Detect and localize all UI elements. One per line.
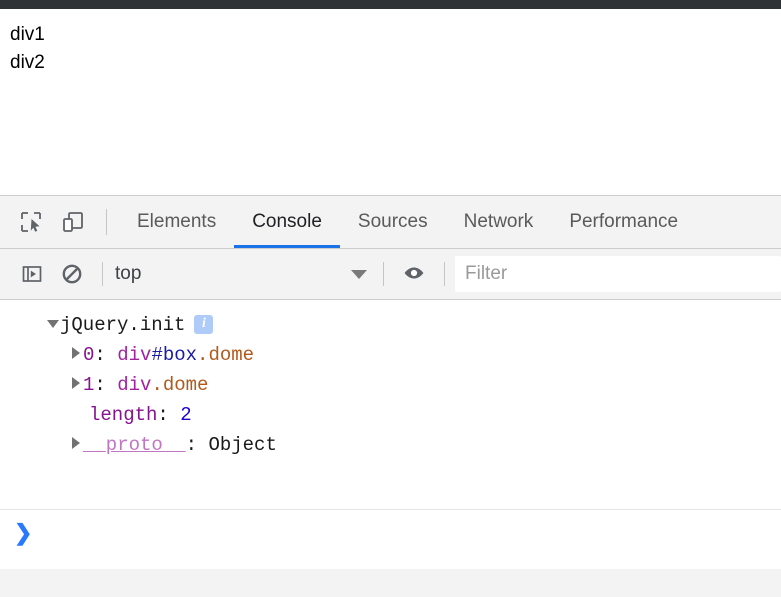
tab-elements[interactable]: Elements — [119, 196, 234, 248]
console-toolbar-divider — [102, 262, 103, 286]
property-key: 1 — [83, 374, 95, 396]
tab-sources[interactable]: Sources — [340, 196, 446, 248]
tab-console[interactable]: Console — [234, 196, 340, 248]
property-key: __proto__ — [83, 434, 186, 456]
toolbar-divider — [106, 209, 107, 235]
console-toolbar: top — [0, 249, 781, 300]
console-property-row: length : 2 — [0, 400, 781, 430]
property-separator: : — [94, 344, 118, 366]
console-property-row[interactable]: 1 : div .dome — [0, 370, 781, 400]
tab-performance[interactable]: Performance — [551, 196, 696, 248]
devtools-window: div1 div2 Elements Console Sources Netwo… — [0, 0, 781, 597]
node-id: #box — [151, 344, 198, 366]
devtools-panel: Elements Console Sources Network Perform… — [0, 195, 781, 597]
chevron-down-icon — [351, 269, 367, 279]
node-classname: .dome — [151, 374, 209, 396]
expand-twisty-icon[interactable] — [47, 316, 60, 329]
clear-console-icon[interactable] — [52, 254, 92, 294]
device-toolbar-icon[interactable] — [52, 201, 94, 243]
info-badge-icon[interactable]: i — [194, 314, 214, 334]
console-toolbar-divider — [383, 262, 384, 286]
node-classname: .dome — [197, 344, 255, 366]
node-tagname: div — [117, 374, 152, 396]
console-context-label: top — [115, 263, 142, 284]
inspect-element-icon[interactable] — [10, 201, 52, 243]
console-object-row[interactable]: jQuery.init i — [0, 310, 781, 340]
tab-network[interactable]: Network — [446, 196, 552, 248]
expand-twisty-icon[interactable] — [70, 346, 83, 359]
devtools-tabbar: Elements Console Sources Network Perform… — [0, 196, 781, 249]
console-toolbar-divider — [444, 262, 445, 286]
console-prompt-input[interactable] — [32, 522, 781, 546]
console-property-row[interactable]: 0 : div #box .dome — [0, 340, 781, 370]
property-key: 0 — [83, 344, 95, 366]
property-key: length — [89, 404, 158, 426]
expand-twisty-icon[interactable] — [70, 436, 83, 449]
console-prompt[interactable]: ❯ — [0, 509, 781, 569]
object-title: jQuery.init — [60, 314, 186, 336]
console-property-row[interactable]: __proto__ : Object — [0, 430, 781, 460]
live-expression-eye-icon[interactable] — [394, 254, 434, 294]
node-tagname: div — [117, 344, 152, 366]
console-context-select[interactable]: top — [113, 256, 373, 292]
console-sidebar-toggle-icon[interactable] — [12, 254, 52, 294]
page-viewport: div1 div2 — [0, 9, 781, 195]
property-separator: : — [185, 434, 209, 456]
property-value: 2 — [180, 404, 192, 426]
console-output-area: jQuery.init i 0 : div #box .dome 1 : div… — [0, 300, 781, 509]
page-text-line: div2 — [10, 52, 45, 73]
property-separator: : — [94, 374, 118, 396]
page-text-line: div1 — [10, 24, 45, 45]
expand-twisty-icon[interactable] — [70, 376, 83, 389]
console-filter-input[interactable] — [455, 256, 781, 292]
property-value: Object — [208, 434, 277, 456]
browser-chrome-strip — [0, 0, 781, 9]
prompt-chevron-icon: ❯ — [14, 520, 33, 545]
property-separator: : — [157, 404, 181, 426]
